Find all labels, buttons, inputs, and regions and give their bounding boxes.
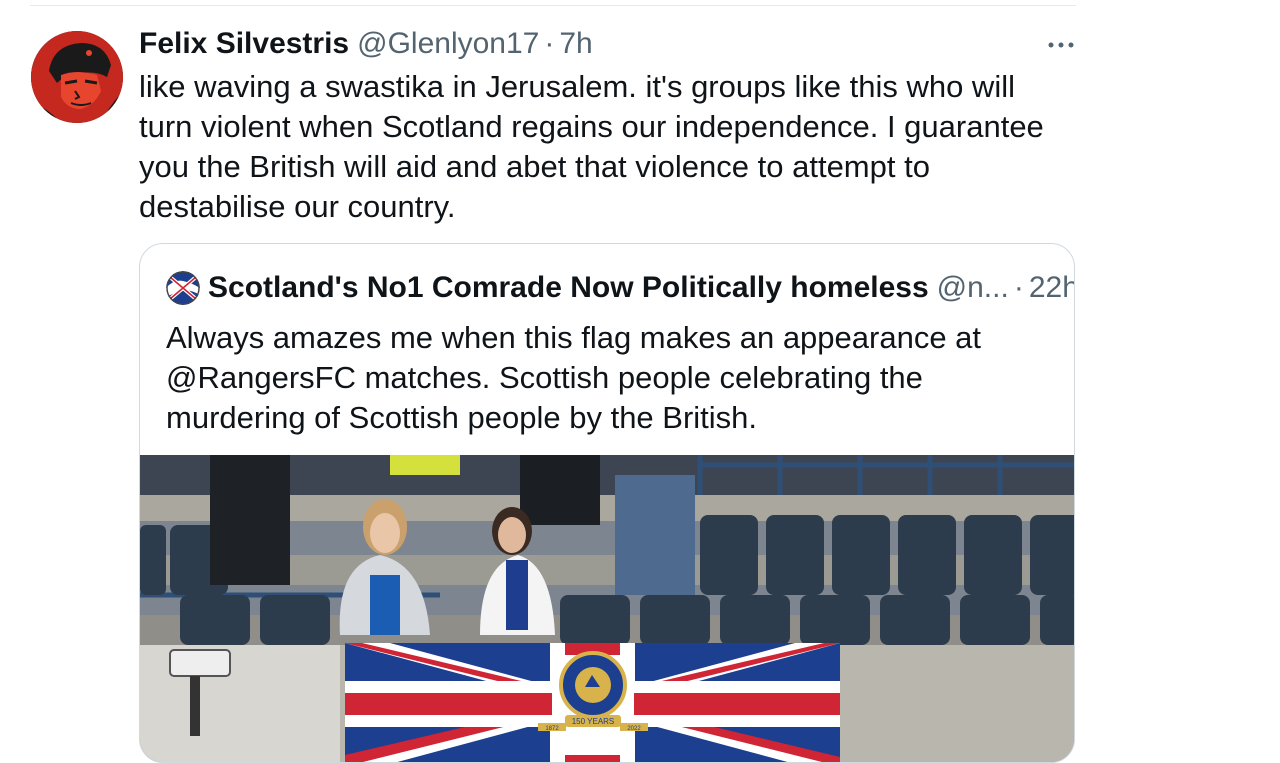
- more-options-icon: [1048, 42, 1074, 48]
- quoted-separator-dot: ·: [1013, 271, 1024, 304]
- union-jack-flag: 150 YEARS 1872 2022: [345, 643, 840, 762]
- author-name[interactable]: Felix Silvestris: [139, 27, 349, 61]
- tweet-text: like waving a swastika in Jerusalem. it'…: [139, 69, 1044, 224]
- top-divider: [30, 5, 1076, 6]
- quoted-tweet-text: Always amazes me when this flag makes an…: [166, 320, 982, 435]
- quoted-author-avatar[interactable]: [166, 271, 200, 305]
- quoted-tweet-time[interactable]: 22h: [1029, 271, 1074, 305]
- separator-dot: ·: [544, 27, 555, 60]
- quoted-author-handle[interactable]: @n...: [937, 271, 1009, 305]
- quoted-tweet-photo[interactable]: 150 YEARS 1872 2022: [140, 455, 1074, 762]
- tweet-header: Felix Silvestris @Glenlyon17 · 7h: [139, 24, 593, 64]
- quoted-author-name[interactable]: Scotland's No1 Comrade Now Politically h…: [208, 271, 929, 305]
- author-avatar[interactable]: [31, 31, 123, 123]
- badge-text: 150 YEARS: [572, 717, 615, 726]
- flag-avatar-icon: [166, 271, 200, 305]
- quoted-tweet[interactable]: Scotland's No1 Comrade Now Politically h…: [139, 243, 1075, 763]
- more-options-button[interactable]: [1046, 30, 1076, 60]
- stadium-photo-icon: 150 YEARS 1872 2022: [140, 455, 1074, 762]
- che-portrait-avatar-icon: [31, 31, 123, 123]
- quoted-tweet-header: Scotland's No1 Comrade Now Politically h…: [166, 268, 1074, 308]
- author-handle[interactable]: @Glenlyon17: [357, 27, 539, 61]
- tweet-time[interactable]: 7h: [559, 27, 592, 61]
